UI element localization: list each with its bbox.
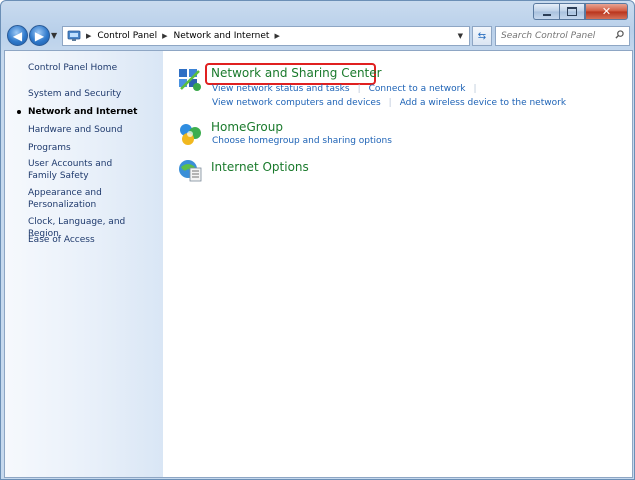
sidebar-item-control-panel-home[interactable]: Control Panel Home <box>28 62 158 74</box>
homegroup-sublinks: Choose homegroup and sharing options <box>212 136 392 146</box>
back-arrow-icon: ◀ <box>12 28 23 43</box>
sidebar-item-user-accounts[interactable]: User Accounts and Family Safety <box>28 158 143 182</box>
minimize-button[interactable] <box>533 3 559 20</box>
sidebar-item-hardware-and-sound[interactable]: Hardware and Sound <box>28 124 158 136</box>
caption-buttons: ✕ <box>533 3 628 20</box>
network-icon[interactable] <box>177 67 203 93</box>
sidebar-item-programs[interactable]: Programs <box>28 142 158 154</box>
separator: | <box>357 84 361 94</box>
current-item-bullet-icon <box>17 110 21 114</box>
search-icon[interactable] <box>615 30 624 39</box>
maximize-button[interactable] <box>559 3 585 20</box>
breadcrumb-separator-icon[interactable]: ▶ <box>162 32 167 40</box>
address-dropdown-icon[interactable]: ▼ <box>458 32 463 40</box>
main-pane: Network and Sharing Center View network … <box>163 51 632 477</box>
refresh-button[interactable]: ⇆ <box>472 26 492 46</box>
breadcrumb-control-panel[interactable]: Control Panel <box>97 31 157 41</box>
control-panel-icon <box>67 30 81 42</box>
forward-arrow-icon: ▶ <box>34 28 45 43</box>
view-network-status-link[interactable]: View network status and tasks <box>212 84 350 94</box>
homegroup-link[interactable]: HomeGroup <box>211 120 283 134</box>
breadcrumb-separator-icon[interactable]: ▶ <box>274 32 279 40</box>
recent-pages-dropdown-icon[interactable]: ▼ <box>51 31 57 40</box>
connect-to-network-link[interactable]: Connect to a network <box>369 84 466 94</box>
network-sublinks-row-2: View network computers and devices | Add a… <box>212 98 566 108</box>
sidebar-item-system-and-security[interactable]: System and Security <box>28 88 158 100</box>
choose-homegroup-options-link[interactable]: Choose homegroup and sharing options <box>212 136 392 146</box>
content-frame: Control Panel Home System and Security N… <box>4 50 633 478</box>
separator: | <box>388 98 392 108</box>
search-input[interactable] <box>495 26 630 46</box>
breadcrumb-network-and-internet[interactable]: Network and Internet <box>173 31 269 41</box>
address-bar[interactable]: ▶ Control Panel ▶ Network and Internet ▶… <box>62 26 470 46</box>
maximize-icon <box>567 7 577 16</box>
sidebar-item-ease-of-access[interactable]: Ease of Access <box>28 234 158 246</box>
sidebar-item-appearance[interactable]: Appearance and Personalization <box>28 187 128 211</box>
view-network-computers-link[interactable]: View network computers and devices <box>212 98 381 108</box>
back-button[interactable]: ◀ <box>7 25 28 46</box>
refresh-icon: ⇆ <box>477 30 487 42</box>
left-navigation-pane: Control Panel Home System and Security N… <box>5 51 163 477</box>
homegroup-icon[interactable] <box>177 121 203 147</box>
minimize-icon <box>542 13 551 16</box>
breadcrumb-separator-icon[interactable]: ▶ <box>86 32 91 40</box>
sidebar-item-network-and-internet: Network and Internet <box>28 107 138 117</box>
close-button[interactable]: ✕ <box>585 3 628 20</box>
control-panel-window: ✕ ◀ ▶ ▼ ▶ Control Panel ▶ Network and In… <box>0 0 635 480</box>
add-wireless-device-link[interactable]: Add a wireless device to the network <box>400 98 566 108</box>
internet-options-icon[interactable] <box>177 157 203 183</box>
forward-button[interactable]: ▶ <box>29 25 50 46</box>
network-and-sharing-center-link[interactable]: Network and Sharing Center <box>211 66 382 80</box>
navigation-bar: ◀ ▶ ▼ ▶ Control Panel ▶ Network and Inte… <box>5 23 630 47</box>
separator: | <box>473 84 477 94</box>
close-icon: ✕ <box>601 5 612 18</box>
network-sublinks-row-1: View network status and tasks | Connect to… <box>212 84 485 94</box>
internet-options-link[interactable]: Internet Options <box>211 160 309 174</box>
